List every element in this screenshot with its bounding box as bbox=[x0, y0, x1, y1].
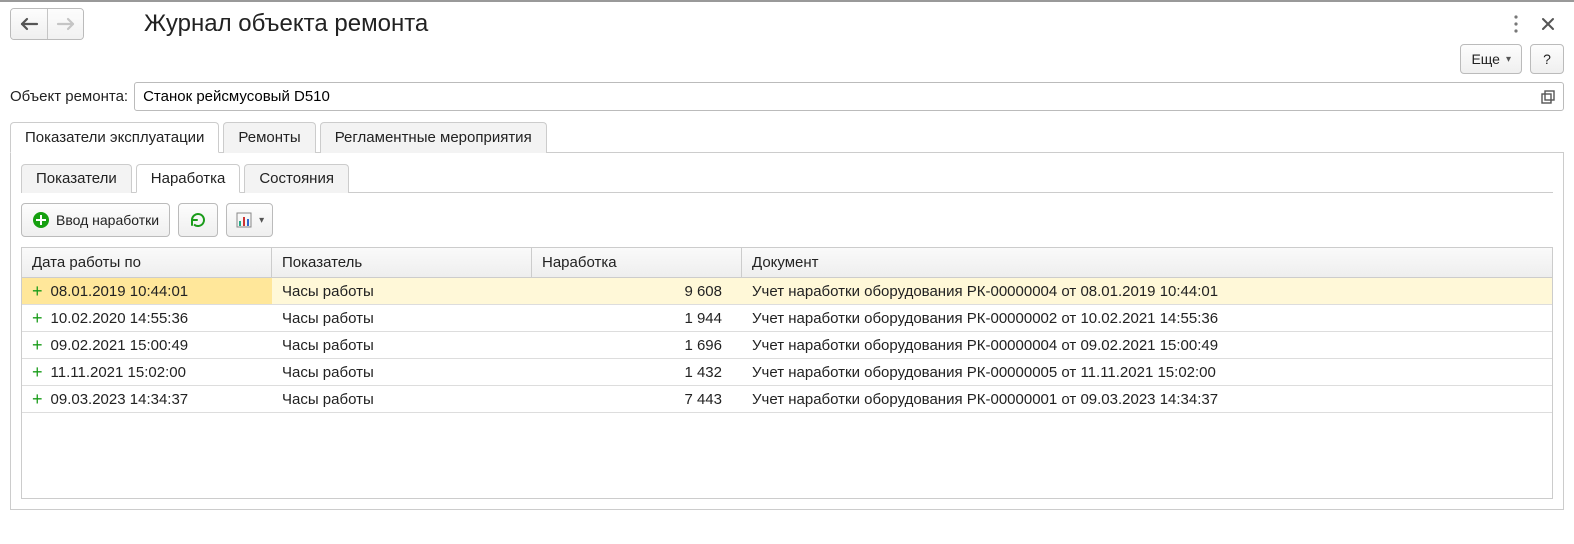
cell-value: 1 944 bbox=[532, 305, 742, 331]
table: Дата работы по Показатель Наработка Доку… bbox=[21, 247, 1553, 499]
help-button-label: ? bbox=[1543, 51, 1551, 67]
open-object-button[interactable] bbox=[1536, 86, 1560, 108]
help-button[interactable]: ? bbox=[1530, 44, 1564, 74]
cell-date-text: 10.02.2020 14:55:36 bbox=[51, 310, 189, 327]
table-row[interactable]: +11.11.2021 15:02:00Часы работы1 432Учет… bbox=[22, 359, 1552, 386]
table-row[interactable]: +10.02.2020 14:55:36Часы работы1 944Учет… bbox=[22, 305, 1552, 332]
object-field-row: Объект ремонта: bbox=[10, 82, 1564, 111]
th-date[interactable]: Дата работы по bbox=[22, 248, 272, 277]
cell-indicator: Часы работы bbox=[272, 305, 532, 331]
table-header: Дата работы по Показатель Наработка Доку… bbox=[22, 248, 1552, 278]
cell-date: +09.03.2023 14:34:37 bbox=[22, 386, 272, 412]
cell-indicator: Часы работы bbox=[272, 359, 532, 385]
cell-indicator: Часы работы bbox=[272, 386, 532, 412]
arrow-right-icon bbox=[56, 17, 76, 31]
header: Журнал объекта ремонта bbox=[10, 8, 1564, 40]
inner-tab-2[interactable]: Состояния bbox=[244, 164, 349, 193]
th-value[interactable]: Наработка bbox=[532, 248, 742, 277]
inner-tab-0[interactable]: Показатели bbox=[21, 164, 132, 193]
inner-tabs: ПоказателиНаработкаСостояния bbox=[21, 163, 1553, 193]
cell-document: Учет наработки оборудования РК-00000001 … bbox=[742, 386, 1552, 412]
add-operating-time-button[interactable]: Ввод наработки bbox=[21, 203, 170, 237]
cell-date: +09.02.2021 15:00:49 bbox=[22, 332, 272, 358]
back-button[interactable] bbox=[11, 9, 47, 39]
table-row[interactable]: +09.02.2021 15:00:49Часы работы1 696Учет… bbox=[22, 332, 1552, 359]
close-icon bbox=[1541, 17, 1555, 31]
cell-date-text: 11.11.2021 15:02:00 bbox=[51, 364, 186, 381]
cell-value: 9 608 bbox=[532, 278, 742, 304]
plus-icon: + bbox=[32, 309, 43, 327]
plus-icon: + bbox=[32, 282, 43, 300]
plus-icon: + bbox=[32, 336, 43, 354]
cell-document: Учет наработки оборудования РК-00000002 … bbox=[742, 305, 1552, 331]
cell-date-text: 08.01.2019 10:44:01 bbox=[51, 283, 189, 300]
secondary-toolbar: Еще ▾ ? bbox=[10, 44, 1564, 74]
th-document[interactable]: Документ bbox=[742, 248, 1552, 277]
table-body: +08.01.2019 10:44:01Часы работы9 608Учет… bbox=[22, 278, 1552, 498]
table-toolbar: Ввод наработки ▾ bbox=[21, 203, 1553, 237]
kebab-icon bbox=[1514, 15, 1518, 33]
table-row[interactable]: +09.03.2023 14:34:37Часы работы7 443Учет… bbox=[22, 386, 1552, 413]
cell-date: +11.11.2021 15:02:00 bbox=[22, 359, 272, 385]
add-operating-time-label: Ввод наработки bbox=[56, 212, 159, 228]
refresh-button[interactable] bbox=[178, 203, 218, 237]
refresh-icon bbox=[189, 211, 207, 229]
app-window: Журнал объекта ремонта Еще ▾ ? Объект ре… bbox=[0, 0, 1574, 544]
outer-tab-1[interactable]: Ремонты bbox=[223, 122, 315, 153]
plus-icon: + bbox=[32, 390, 43, 408]
cell-indicator: Часы работы bbox=[272, 332, 532, 358]
inner-tab-1[interactable]: Наработка bbox=[136, 164, 241, 193]
outer-tab-body: ПоказателиНаработкаСостояния Ввод нарабо… bbox=[10, 153, 1564, 510]
more-button[interactable]: Еще ▾ bbox=[1460, 44, 1522, 74]
object-field-label: Объект ремонта: bbox=[10, 88, 128, 105]
cell-date: +10.02.2020 14:55:36 bbox=[22, 305, 272, 331]
cell-date-text: 09.02.2021 15:00:49 bbox=[51, 337, 189, 354]
bar-chart-icon bbox=[235, 211, 253, 229]
chevron-down-icon: ▾ bbox=[259, 215, 264, 226]
cell-document: Учет наработки оборудования РК-00000004 … bbox=[742, 278, 1552, 304]
outer-tab-0[interactable]: Показатели эксплуатации bbox=[10, 122, 219, 153]
cell-date-text: 09.03.2023 14:34:37 bbox=[51, 391, 189, 408]
chart-dropdown-button[interactable]: ▾ bbox=[226, 203, 273, 237]
table-row[interactable]: +08.01.2019 10:44:01Часы работы9 608Учет… bbox=[22, 278, 1552, 305]
outer-tabs: Показатели эксплуатацииРемонтыРегламентн… bbox=[10, 121, 1564, 153]
cell-value: 1 432 bbox=[532, 359, 742, 385]
plus-circle-icon bbox=[32, 211, 50, 229]
more-button-label: Еще bbox=[1471, 51, 1500, 67]
kebab-menu-button[interactable] bbox=[1500, 8, 1532, 40]
th-indicator[interactable]: Показатель bbox=[272, 248, 532, 277]
forward-button[interactable] bbox=[47, 9, 83, 39]
arrow-left-icon bbox=[19, 17, 39, 31]
plus-icon: + bbox=[32, 363, 43, 381]
nav-buttons bbox=[10, 8, 84, 40]
cell-document: Учет наработки оборудования РК-00000005 … bbox=[742, 359, 1552, 385]
outer-tab-2[interactable]: Регламентные мероприятия bbox=[320, 122, 547, 153]
cell-date: +08.01.2019 10:44:01 bbox=[22, 278, 272, 304]
cell-value: 1 696 bbox=[532, 332, 742, 358]
page-title: Журнал объекта ремонта bbox=[144, 10, 428, 38]
cell-indicator: Часы работы bbox=[272, 278, 532, 304]
close-button[interactable] bbox=[1532, 8, 1564, 40]
object-input[interactable] bbox=[134, 82, 1564, 111]
chevron-down-icon: ▾ bbox=[1506, 54, 1511, 65]
cell-value: 7 443 bbox=[532, 386, 742, 412]
cell-document: Учет наработки оборудования РК-00000004 … bbox=[742, 332, 1552, 358]
open-external-icon bbox=[1541, 90, 1555, 104]
object-field-wrap bbox=[134, 82, 1564, 111]
